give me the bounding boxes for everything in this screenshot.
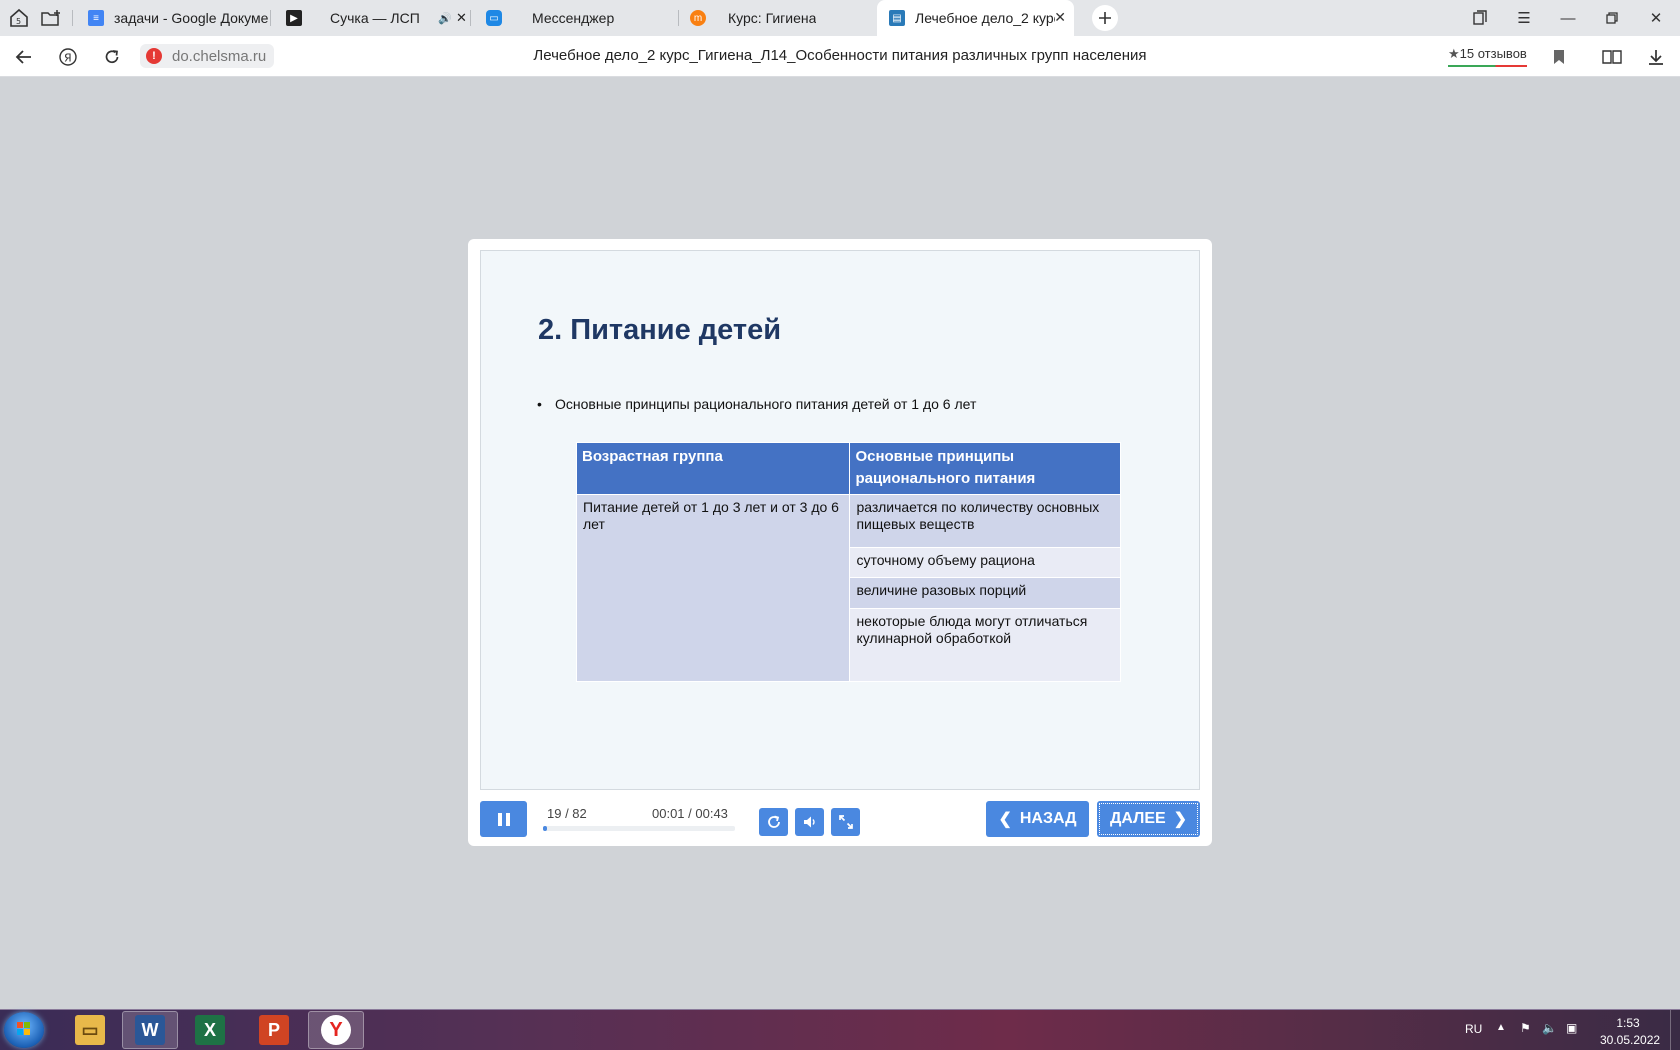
reviews-link[interactable]: ★15 отзывов (1448, 46, 1527, 67)
volume-icon (803, 816, 815, 828)
table-cell: различается по количеству основных пищев… (849, 494, 1121, 548)
table-header: Возрастная группа (575, 442, 851, 495)
bullet-text: Основные принципы рационального питания … (555, 396, 977, 412)
clock-time: 1:53 (1616, 1016, 1640, 1030)
minimize-icon[interactable]: — (1546, 0, 1590, 36)
tab-strip: 5 ≡ задачи - Google Документы ▶ Сучка — … (0, 0, 1680, 36)
tab-music[interactable]: ▶ Сучка — ЛСП 🔊 ✕ (286, 0, 466, 36)
close-icon[interactable]: ✕ (456, 10, 466, 26)
reader-mode-icon[interactable] (1598, 43, 1626, 71)
moodle-icon: m (690, 10, 706, 26)
slide-title: 2. Питание детей (538, 314, 782, 346)
taskbar-word[interactable]: W (122, 1011, 178, 1049)
next-button[interactable]: ДАЛЕЕ ❯ (1097, 801, 1200, 837)
tab-label: Курс: Гигиена (728, 10, 817, 26)
bookmark-icon[interactable] (1545, 43, 1573, 71)
yandex-browser-icon: Y (321, 1015, 351, 1045)
bullet-item: • Основные принципы рационального питани… (537, 396, 977, 412)
taskbar-yandex-browser[interactable]: Y (308, 1011, 364, 1049)
play-icon: ▶ (286, 10, 302, 26)
messenger-icon: ▭ (486, 10, 502, 26)
back-button[interactable]: ❮ НАЗАД (986, 801, 1089, 837)
tab-messenger[interactable]: ▭ Мессенджер (486, 0, 666, 36)
back-label: НАЗАД (1019, 810, 1077, 827)
progress-fill (543, 826, 547, 831)
pause-icon (497, 812, 502, 826)
address-bar: Я ! do.chelsma.ru Лечебное дело_2 курс_Г… (0, 36, 1680, 77)
reload-icon[interactable] (98, 43, 126, 71)
next-label: ДАЛЕЕ (1109, 810, 1166, 827)
back-arrow-icon[interactable] (10, 43, 38, 71)
progress-bar[interactable] (543, 826, 735, 831)
clock[interactable]: 1:53 30.05.2022 (1600, 1016, 1661, 1047)
network-icon[interactable]: ▣ (1566, 1021, 1577, 1035)
slide-player: 2. Питание детей • Основные принципы рац… (468, 239, 1212, 846)
tab-label: Сучка — ЛСП (330, 10, 420, 26)
url-field[interactable]: ! do.chelsma.ru (140, 44, 275, 68)
new-folder-tab-icon[interactable] (38, 5, 64, 31)
table-row: Питание детей от 1 до 3 лет и от 3 до 6 … (575, 494, 1121, 682)
show-desktop-button[interactable] (1670, 1010, 1680, 1050)
table-header: Основные принципы рационального питания (849, 442, 1121, 495)
close-icon[interactable]: ✕ (1054, 9, 1066, 26)
chevron-right-icon: ❯ (1173, 811, 1188, 828)
replay-button[interactable] (759, 808, 788, 836)
taskbar-powerpoint[interactable]: P (246, 1011, 302, 1049)
nutrition-table: Возрастная группа Основные принципы раци… (575, 442, 1121, 682)
clock-date: 30.05.2022 (1600, 1033, 1661, 1047)
tab-label: Мессенджер (532, 10, 615, 26)
tray-expand-icon[interactable]: ▲ (1496, 1022, 1506, 1033)
playback-time: 00:01 / 00:43 (652, 806, 728, 821)
tab-course[interactable]: m Курс: Гигиена (690, 0, 870, 36)
svg-text:5: 5 (16, 17, 21, 26)
table-cell-group: Питание детей от 1 до 3 лет и от 3 до 6 … (575, 494, 851, 682)
powerpoint-icon: P (259, 1015, 289, 1045)
taskbar: ▭ W X P Y RU ▲ ⚑ 🔈 ▣ 1:53 30.05.2022 (0, 1009, 1680, 1050)
security-warning-icon[interactable]: ! (146, 48, 162, 64)
replay-icon (767, 815, 780, 828)
reviews-count: 15 отзывов (1459, 46, 1527, 61)
download-icon[interactable] (1642, 43, 1670, 71)
word-icon: W (135, 1015, 165, 1045)
taskbar-excel[interactable]: X (182, 1011, 238, 1049)
collections-icon[interactable] (1458, 0, 1502, 36)
tab-label: Лечебное дело_2 курс_ (915, 10, 1055, 26)
slide-counter: 19 / 82 (547, 806, 587, 821)
slide: 2. Питание детей • Основные принципы рац… (480, 250, 1200, 790)
tab-label: задачи - Google Документы (114, 10, 268, 26)
speaker-icon[interactable]: 🔊 (438, 12, 452, 25)
page-title: Лечебное дело_2 курс_Гигиена_Л14_Особенн… (533, 47, 1147, 64)
table-cell: некоторые блюда могут отличаться кулинар… (849, 608, 1121, 682)
slide-icon: ▤ (889, 10, 905, 26)
tab-google-docs[interactable]: ≡ задачи - Google Документы (88, 0, 268, 36)
action-center-flag-icon[interactable]: ⚑ (1520, 1021, 1531, 1035)
pause-button[interactable] (480, 801, 527, 837)
volume-button[interactable] (795, 808, 824, 836)
url-text: do.chelsma.ru (172, 47, 267, 65)
google-docs-icon: ≡ (88, 10, 104, 26)
taskbar-explorer[interactable]: ▭ (62, 1011, 118, 1049)
svg-text:Я: Я (64, 52, 72, 65)
volume-tray-icon[interactable]: 🔈 (1542, 1021, 1557, 1035)
tab-active-lecture[interactable]: ▤ Лечебное дело_2 курс_ ✕ (877, 0, 1074, 36)
star-icon: ★ (1448, 46, 1460, 61)
table-cell: величине разовых порций (849, 577, 1121, 609)
yandex-icon[interactable]: Я (54, 43, 82, 71)
home-icon[interactable]: 5 (6, 5, 32, 31)
explorer-icon: ▭ (75, 1015, 105, 1045)
fullscreen-icon (838, 815, 853, 829)
fullscreen-button[interactable] (831, 808, 860, 836)
windows-logo-icon (17, 1022, 30, 1035)
restore-icon[interactable] (1590, 0, 1634, 36)
chevron-left-icon: ❮ (998, 811, 1012, 828)
language-indicator[interactable]: RU (1465, 1022, 1482, 1036)
excel-icon: X (195, 1015, 225, 1045)
menu-icon[interactable]: ☰ (1502, 0, 1546, 36)
new-tab-icon[interactable] (1092, 5, 1118, 31)
close-window-icon[interactable]: ✕ (1634, 0, 1678, 36)
table-cell: суточному объему рациона (849, 547, 1121, 578)
start-button[interactable] (4, 1012, 44, 1048)
